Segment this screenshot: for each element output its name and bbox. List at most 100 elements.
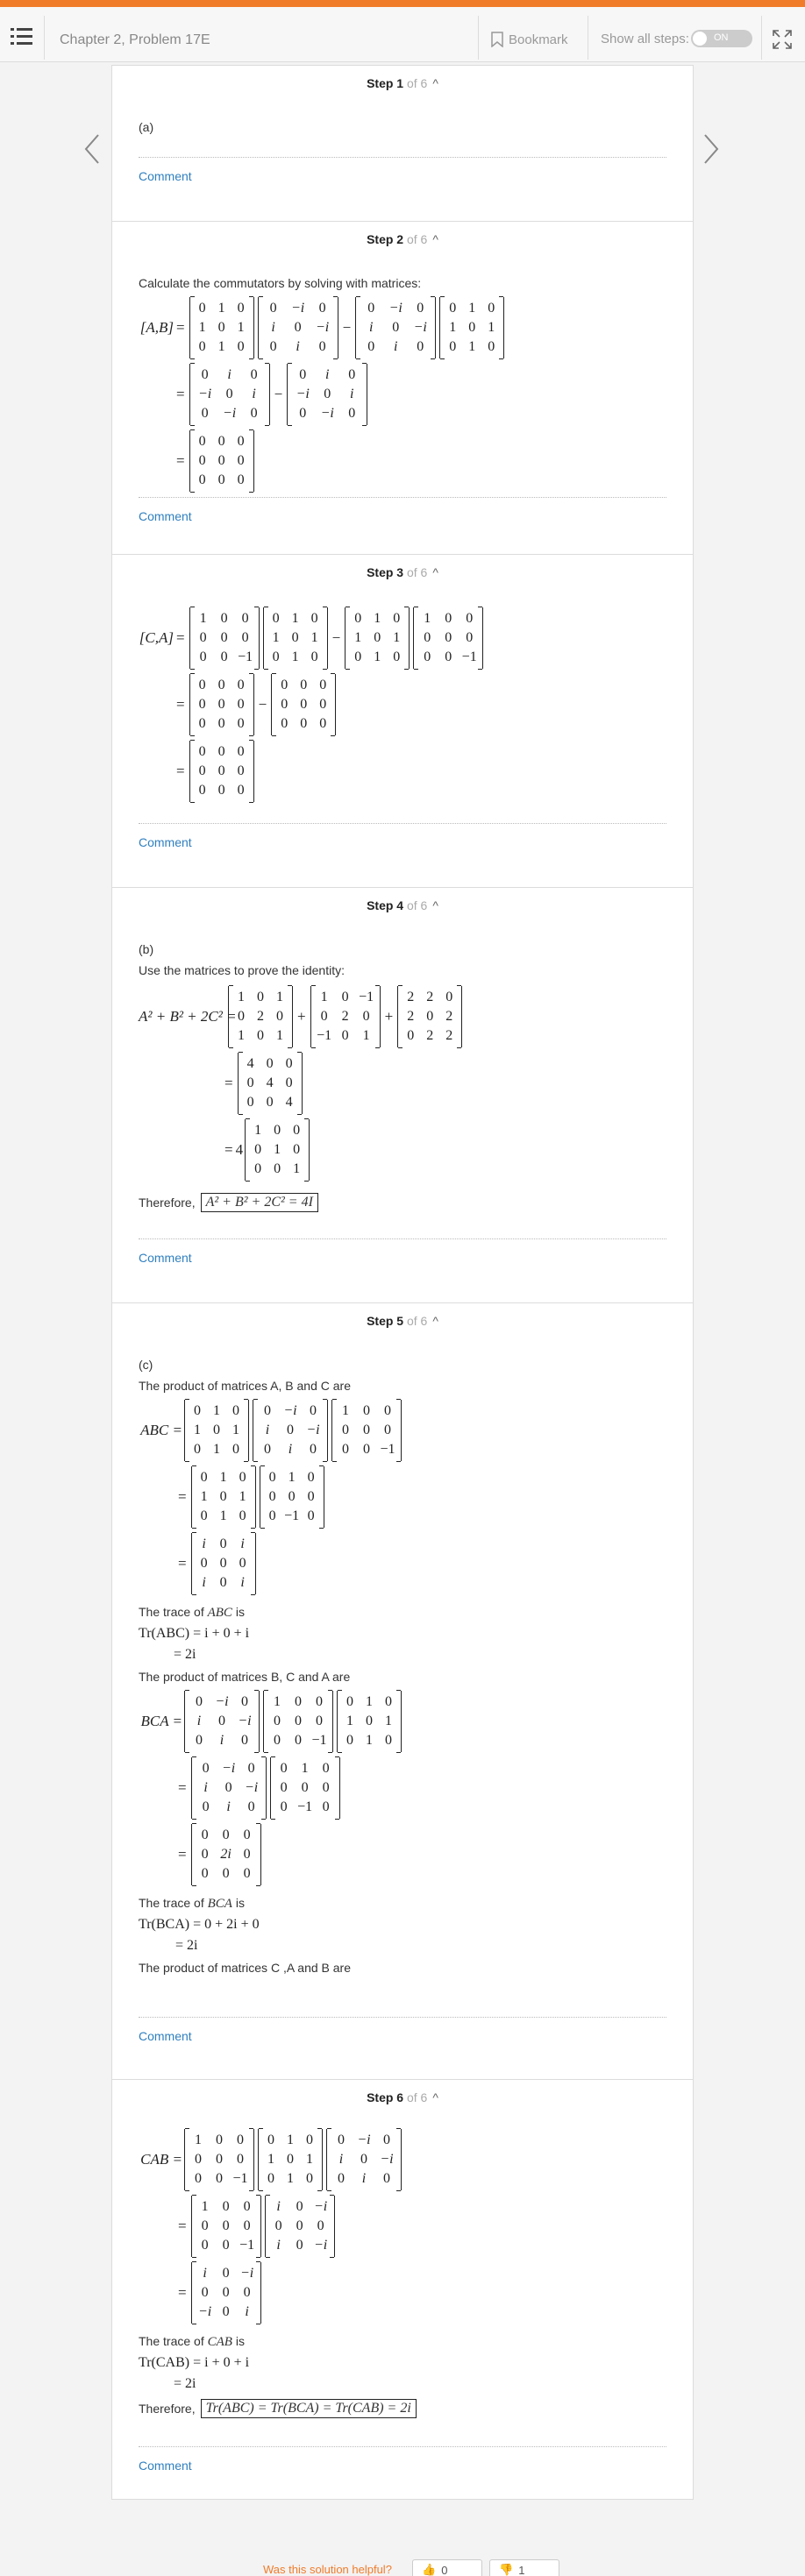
matrix-entry: 0 — [488, 301, 495, 316]
matrix-entry: 0 — [217, 434, 225, 449]
matrix-entry: 0 — [217, 472, 225, 487]
matrix-entry: 0 — [217, 678, 225, 692]
comment-link[interactable]: Comment — [139, 169, 192, 183]
matrix-entry: 0 — [237, 744, 245, 759]
comment-link[interactable]: Comment — [139, 2459, 192, 2473]
matrix-entry: 0 — [274, 2218, 282, 2233]
thumbs-up-button[interactable]: 👍 0 — [412, 2559, 482, 2576]
show-all-steps-toggle[interactable]: ON — [691, 30, 752, 47]
comment-link[interactable]: Comment — [139, 509, 192, 523]
matrix-entry: 0 — [363, 1442, 370, 1457]
matrix-entry: 0 — [346, 1733, 353, 1748]
matrix-entry: 0 — [293, 1123, 301, 1138]
matrix: 0 i 0 −i 0 i 0 −i 0 — [189, 363, 270, 426]
matrix-entry: 0 — [417, 301, 424, 316]
matrix-entry: −1 — [232, 2171, 248, 2186]
matrix-entry: 0 — [199, 630, 207, 645]
matrix-entry: 0 — [317, 2218, 324, 2233]
trace-line: = 2i — [174, 2376, 196, 2391]
matrix-entry: 0 — [322, 1799, 330, 1814]
matrix-entry: 1 — [468, 339, 476, 354]
matrix-entry: 0 — [243, 2285, 251, 2300]
matrix-entry: 0 — [200, 1556, 208, 1571]
matrix-entry: i — [324, 367, 330, 382]
matrix-entry: −i — [239, 2266, 254, 2281]
step-header[interactable]: Step 4 of 6 ^ — [112, 898, 693, 912]
matrix-entry: 2i — [220, 1847, 232, 1862]
matrix-entry: 0 — [393, 649, 401, 664]
equation-row: = 1 0 0 0 0 0 0 0 −1 i 0 −i 0 0 0 i 0 −i — [139, 2195, 337, 2258]
step-intro: The product of matrices A, B and C are — [139, 1379, 352, 1393]
menu-icon[interactable] — [11, 26, 33, 47]
comment-link[interactable]: Comment — [139, 1251, 192, 1265]
part-label: (a) — [139, 120, 154, 134]
matrix-entry: 1 — [213, 1442, 220, 1457]
equation-row: [C,A] = 1 0 0 0 0 0 0 0 −1 0 1 0 1 0 1 0 1 0−0 1 0 1 0 1 0 1 0 1 0 0 0… — [139, 607, 485, 670]
matrix-entry: 1 — [287, 2132, 294, 2147]
bookmark-icon — [491, 32, 503, 47]
matrix: 000000000 — [189, 673, 254, 736]
matrix-entry: 0 — [237, 2152, 244, 2167]
matrix-entry: 0 — [217, 320, 225, 335]
matrix-entry: 0 — [300, 697, 308, 712]
bca-intro: The product of matrices B, C and A are — [139, 1670, 351, 1684]
matrix-entry: −i — [221, 1761, 236, 1776]
matrix-entry: 0 — [424, 630, 431, 645]
matrix-entry: 0 — [274, 1733, 281, 1748]
matrix: 010101010 — [184, 1399, 249, 1462]
show-all-steps-label: Show all steps: — [601, 32, 689, 46]
step-header[interactable]: Step 1 of 6 ^ — [112, 76, 693, 90]
matrix-entry: 0 — [362, 1009, 370, 1024]
matrix-entry: 0 — [307, 1508, 315, 1523]
step-header[interactable]: Step 5 of 6 ^ — [112, 1314, 693, 1328]
comment-link[interactable]: Comment — [139, 2029, 192, 2043]
matrix-entry: 0 — [220, 630, 228, 645]
part-label: (b) — [139, 942, 154, 956]
matrix-entry: 0 — [281, 678, 289, 692]
step-header[interactable]: Step 3 of 6 ^ — [112, 565, 693, 579]
matrix-entry: 0 — [348, 367, 356, 382]
matrix-entry: 0 — [201, 367, 209, 382]
matrix: 0 1 0 0 0 0 0 −1 0 — [259, 1465, 324, 1529]
matrix: 010101010 — [258, 2128, 323, 2191]
matrix-entry: i — [252, 387, 256, 401]
matrix-entry: 0 — [198, 678, 206, 692]
thumbs-down-button[interactable]: 👎 1 — [489, 2559, 559, 2576]
matrix-entry: i — [276, 2238, 281, 2253]
matrix-entry: 0 — [217, 453, 225, 468]
matrix-entry: 0 — [222, 2266, 230, 2281]
matrix-entry: 0 — [266, 1095, 274, 1110]
matrix-entry: 0 — [254, 1161, 262, 1176]
bookmark-button[interactable]: Bookmark — [491, 32, 568, 47]
helpful-label: Was this solution helpful? — [263, 2563, 392, 2576]
comment-link[interactable]: Comment — [139, 835, 192, 849]
matrix-entry: 0 — [268, 1489, 276, 1504]
matrix-entry: 0 — [198, 744, 206, 759]
therefore-line: Therefore, Tr(ABC) = Tr(BCA) = Tr(CAB) = … — [139, 2399, 417, 2418]
previous-arrow-icon[interactable] — [82, 131, 102, 167]
matrix-entry: 1 — [374, 611, 381, 626]
matrix-entry: 0 — [201, 2285, 209, 2300]
expand-icon[interactable] — [772, 29, 793, 50]
matrix-entry: 1 — [237, 320, 245, 335]
step-header[interactable]: Step 2 of 6 ^ — [112, 232, 693, 246]
matrix-entry: 0 — [237, 763, 245, 778]
trace-line: Tr(BCA) = 0 + 2i + 0 — [139, 1917, 260, 1932]
equation-row: = 400040004 — [139, 1052, 304, 1115]
matrix-entry: 0 — [354, 649, 362, 664]
matrix: 0 i 0 −i 0 i 0 −i 0 — [287, 363, 368, 426]
matrix-entry: 0 — [272, 649, 280, 664]
matrix: 100010001 — [245, 1118, 310, 1182]
matrix-entry: 0 — [257, 990, 264, 1004]
step-header[interactable]: Step 6 of 6 ^ — [112, 2090, 693, 2104]
next-arrow-icon[interactable] — [702, 131, 721, 167]
matrix-entry: 0 — [216, 2171, 223, 2186]
matrix-entry: i — [196, 1714, 202, 1728]
matrix-entry: i — [202, 1536, 206, 1551]
matrix-entry: 0 — [324, 387, 331, 401]
matrix-entry: 0 — [295, 1694, 302, 1709]
matrix-entry: 0 — [266, 1056, 274, 1071]
matrix-entry: 0 — [246, 1075, 254, 1090]
matrix-entry: −i — [283, 1403, 297, 1418]
matrix-entry: 0 — [295, 1714, 302, 1728]
